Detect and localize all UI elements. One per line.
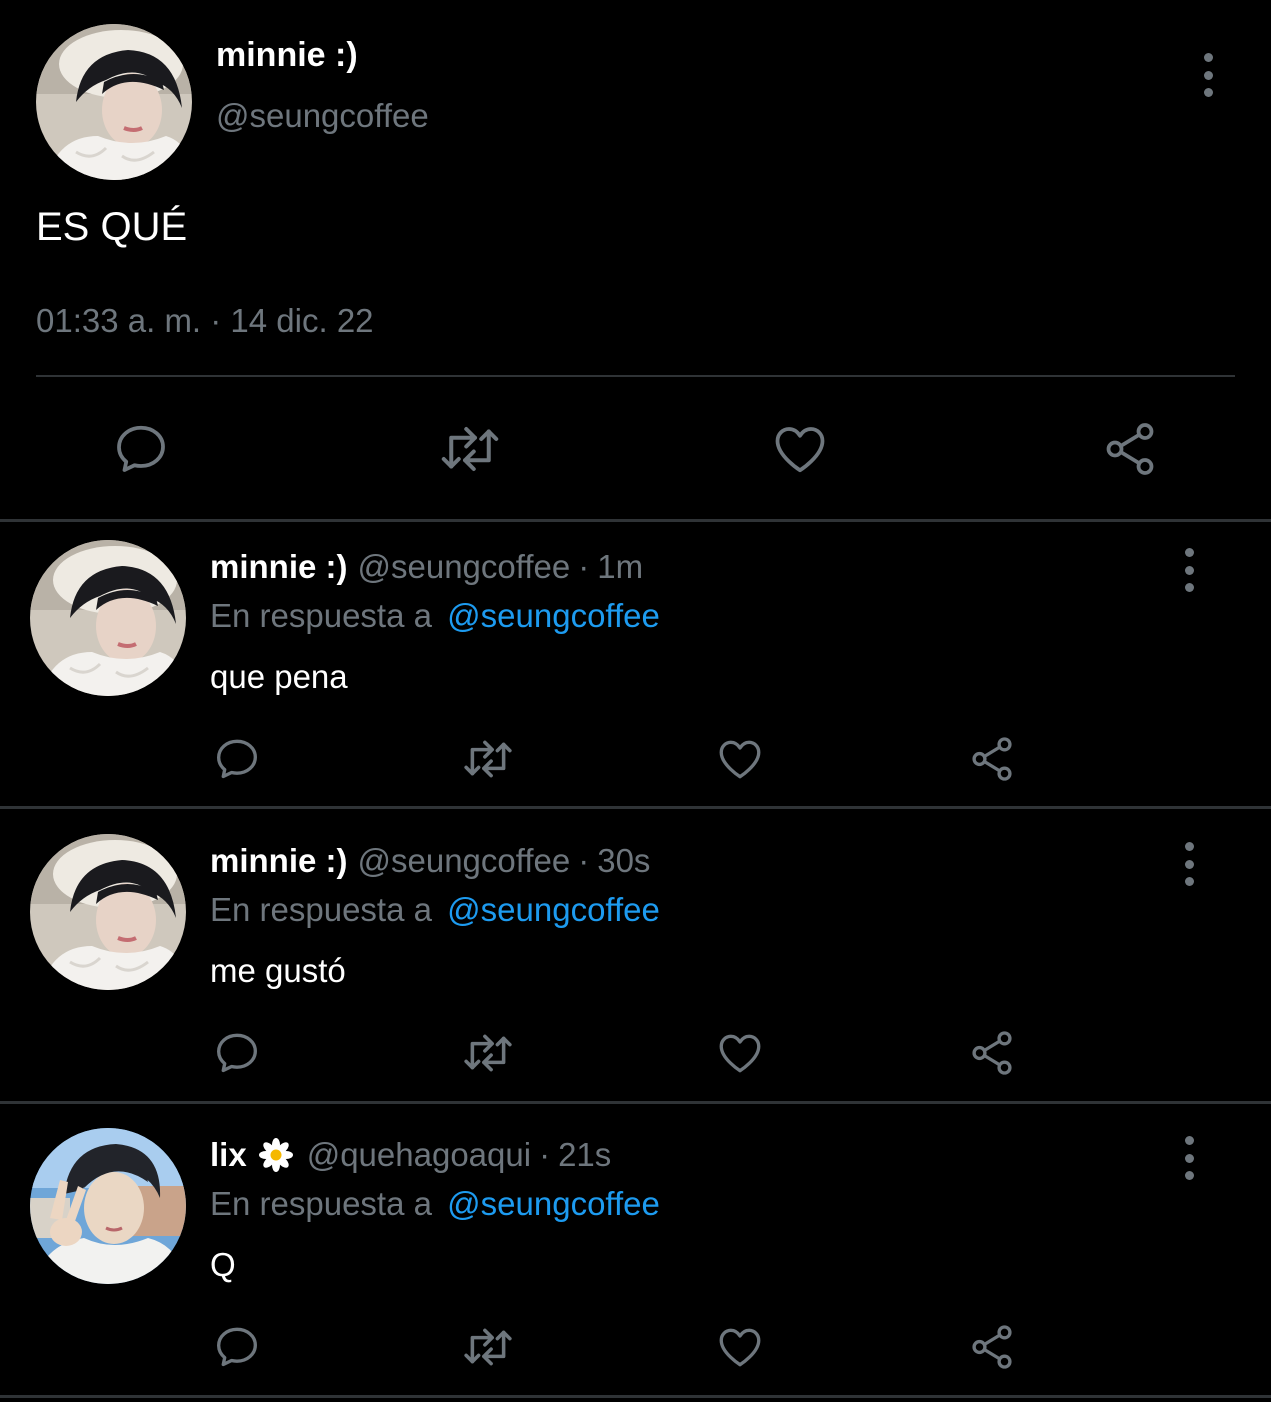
retweet-icon (464, 1328, 512, 1366)
reply-header: minnie :) @seungcoffee · 30s (210, 842, 650, 880)
retweet-icon (464, 1034, 512, 1072)
reply-icon (217, 1033, 257, 1073)
share-icon (972, 1031, 1012, 1075)
reply-header: minnie :) @seungcoffee · 1m (210, 548, 643, 586)
reply-context: En respuesta a @seungcoffee (210, 1185, 660, 1223)
more-vertical-icon (1184, 548, 1194, 557)
reply-tweet[interactable]: minnie :) @seungcoffee · 30s En respuest… (0, 816, 1271, 1108)
user-avatar[interactable] (36, 24, 192, 180)
avatar-photo-icon (30, 834, 186, 990)
divider (0, 1101, 1271, 1104)
user-handle[interactable]: @quehagoaqui (307, 1136, 531, 1174)
retweet-button[interactable] (458, 1322, 518, 1372)
divider (36, 375, 1235, 377)
tweet-text: Q (210, 1246, 236, 1283)
like-icon (775, 427, 825, 473)
share-button[interactable] (965, 1028, 1019, 1078)
reply-prefix: En respuesta a (210, 1185, 432, 1222)
like-icon (719, 740, 761, 779)
reply-button[interactable] (110, 418, 172, 480)
share-button[interactable] (1098, 418, 1162, 480)
divider (0, 806, 1271, 809)
share-icon (972, 1325, 1012, 1369)
display-name[interactable]: lix (210, 1136, 247, 1174)
reply-tweet[interactable]: minnie :) @seungcoffee · 1m En respuesta… (0, 522, 1271, 814)
user-handle[interactable]: @seungcoffee (216, 97, 429, 135)
more-options-button[interactable] (1177, 842, 1201, 886)
share-button[interactable] (965, 1322, 1019, 1372)
reply-icon (117, 425, 165, 472)
like-button[interactable] (713, 734, 767, 784)
reply-header: lix @quehagoaqui · 21s (210, 1136, 611, 1174)
like-icon (719, 1034, 761, 1073)
reply-prefix: En respuesta a (210, 597, 432, 634)
reply-time[interactable]: 1m (597, 548, 643, 586)
avatar-photo-icon (30, 1128, 186, 1284)
reply-to-link[interactable]: @seungcoffee (447, 597, 660, 634)
avatar-photo-icon (30, 540, 186, 696)
separator-dot: · (578, 842, 590, 879)
more-options-button[interactable] (1177, 1136, 1201, 1180)
tweet-timestamp[interactable]: 01:33 a. m. · 14 dic. 22 (36, 302, 374, 340)
more-vertical-icon (1203, 53, 1213, 62)
more-options-button[interactable] (1177, 548, 1201, 592)
reply-time[interactable]: 21s (558, 1136, 611, 1174)
user-handle[interactable]: @seungcoffee (358, 842, 571, 880)
main-tweet: minnie :) @seungcoffee ES QUÉ 01:33 a. m… (0, 0, 1271, 520)
share-icon (972, 737, 1012, 781)
reply-button[interactable] (210, 1028, 264, 1078)
more-vertical-icon (1184, 1136, 1194, 1145)
reply-to-link[interactable]: @seungcoffee (447, 891, 660, 928)
tweet-text: me gustó (210, 952, 346, 989)
separator-dot: · (578, 548, 590, 585)
user-avatar[interactable] (30, 540, 186, 696)
like-icon (719, 1328, 761, 1367)
share-icon (1106, 423, 1154, 475)
reply-button[interactable] (210, 1322, 264, 1372)
more-vertical-icon (1184, 842, 1194, 851)
display-name[interactable]: minnie :) (216, 36, 358, 75)
reply-prefix: En respuesta a (210, 891, 432, 928)
avatar-photo-icon (36, 24, 192, 180)
retweet-button[interactable] (458, 734, 518, 784)
reply-button[interactable] (210, 734, 264, 784)
reply-time[interactable]: 30s (597, 842, 650, 880)
user-handle[interactable]: @seungcoffee (358, 548, 571, 586)
reply-tweet[interactable]: lix @quehagoaqui · 21s En respuesta a @s… (0, 1110, 1271, 1402)
retweet-button[interactable] (436, 418, 504, 480)
tweet-text: que pena (210, 658, 348, 695)
display-name[interactable]: minnie :) (210, 548, 348, 586)
reply-context: En respuesta a @seungcoffee (210, 891, 660, 929)
daisy-icon (258, 1138, 293, 1172)
like-button[interactable] (713, 1028, 767, 1078)
tweet-text: ES QUÉ (36, 205, 188, 249)
user-avatar[interactable] (30, 1128, 186, 1284)
display-name[interactable]: minnie :) (210, 842, 348, 880)
reply-to-link[interactable]: @seungcoffee (447, 1185, 660, 1222)
like-button[interactable] (713, 1322, 767, 1372)
retweet-button[interactable] (458, 1028, 518, 1078)
user-avatar[interactable] (30, 834, 186, 990)
reply-icon (217, 739, 257, 779)
like-button[interactable] (768, 418, 832, 480)
reply-context: En respuesta a @seungcoffee (210, 597, 660, 635)
reply-icon (217, 1327, 257, 1367)
retweet-icon (464, 740, 512, 778)
retweet-icon (441, 427, 499, 471)
separator-dot: · (539, 1136, 551, 1173)
more-options-button[interactable] (1196, 53, 1220, 97)
share-button[interactable] (965, 734, 1019, 784)
